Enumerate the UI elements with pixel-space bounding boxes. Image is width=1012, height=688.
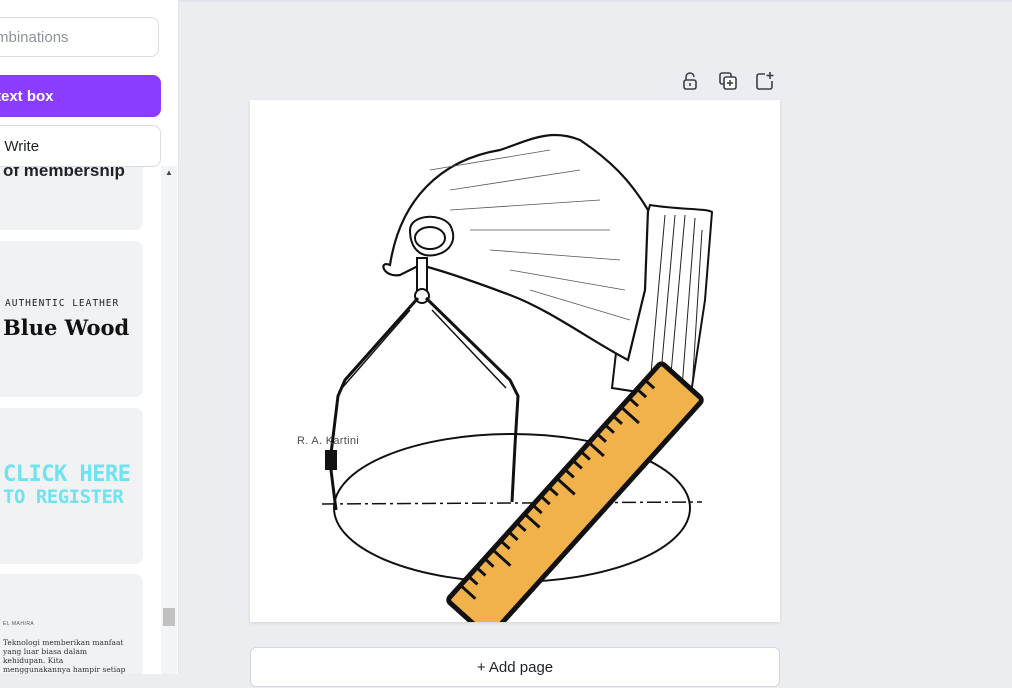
template-subtitle: TO REGISTER bbox=[3, 486, 124, 508]
design-page[interactable]: R. A. Kartini bbox=[250, 100, 780, 622]
add-page-button[interactable]: + Add page bbox=[250, 647, 780, 687]
scroll-up-arrow-icon[interactable]: ▲ bbox=[163, 166, 175, 180]
scrollbar-thumb[interactable] bbox=[163, 608, 175, 626]
panel-scrollbar[interactable] bbox=[161, 166, 177, 674]
canvas-text[interactable]: R. A. Kartini bbox=[297, 435, 359, 447]
font-search-placeholder: mbinations bbox=[0, 29, 69, 46]
lock-icon[interactable] bbox=[679, 70, 701, 92]
add-text-box-label: text box bbox=[0, 88, 54, 105]
magic-write-label: t Write bbox=[0, 138, 40, 155]
template-card[interactable]: CLICK HERE TO REGISTER bbox=[0, 408, 143, 564]
template-subtitle: AUTHENTIC LEATHER bbox=[5, 298, 120, 309]
template-title: Blue Wood bbox=[3, 315, 130, 340]
duplicate-icon[interactable] bbox=[717, 70, 739, 92]
template-heading: EL MAHIRA bbox=[3, 621, 35, 627]
compass-illustration[interactable] bbox=[250, 100, 780, 622]
template-paragraph: Teknologi memberikan manfaat yang luar b… bbox=[3, 638, 126, 674]
template-title: CLICK HERE bbox=[3, 462, 131, 487]
add-page-icon[interactable] bbox=[754, 70, 776, 92]
text-panel: mbinations text box of membership t Writ… bbox=[0, 0, 179, 674]
template-card[interactable]: AUTHENTIC LEATHER Blue Wood bbox=[0, 241, 143, 397]
template-card[interactable]: EL MAHIRA Teknologi memberikan manfaat y… bbox=[0, 574, 143, 674]
